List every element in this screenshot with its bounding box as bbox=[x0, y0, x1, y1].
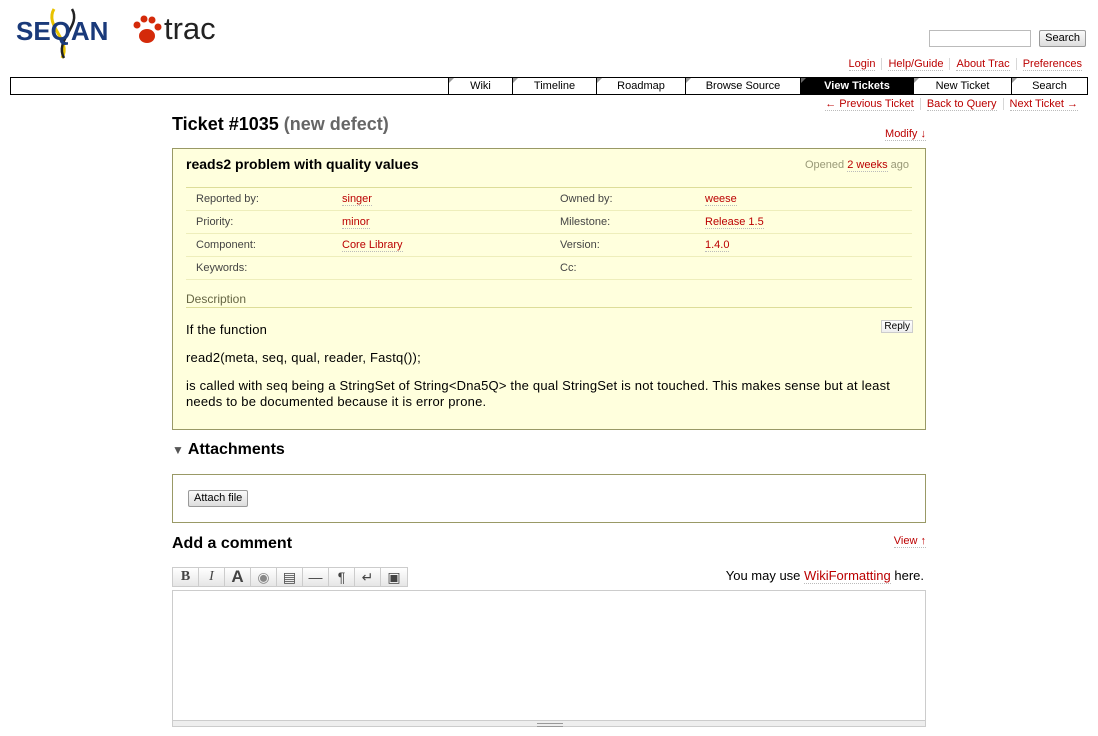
hint-prefix: You may use bbox=[725, 568, 801, 583]
code-block-icon[interactable]: ▤ bbox=[277, 568, 303, 586]
cc-label: Cc: bbox=[560, 256, 705, 280]
nav-tab-browse-source[interactable]: Browse Source bbox=[685, 78, 800, 94]
nav-tab-view-tickets[interactable]: View Tickets bbox=[800, 78, 913, 94]
logo-seqan-text: SEQAN bbox=[16, 16, 108, 46]
table-row: Priority: minor Milestone: Release 1.5 bbox=[186, 210, 912, 234]
main-content: Ticket #1035 (new defect) Modify ↓ reads… bbox=[172, 110, 926, 727]
search-input[interactable] bbox=[929, 30, 1032, 47]
nav-tab-timeline[interactable]: Timeline bbox=[512, 78, 596, 94]
login-link[interactable]: Login bbox=[848, 58, 876, 71]
opened-time-link[interactable]: 2 weeks bbox=[847, 159, 888, 172]
main-navigation: Wiki Timeline Roadmap Browse Source View… bbox=[10, 77, 1088, 95]
milestone-label: Milestone: bbox=[560, 210, 705, 234]
nav-tab-wiki[interactable]: Wiki bbox=[448, 78, 512, 94]
about-trac-link[interactable]: About Trac bbox=[956, 58, 1010, 71]
heading-icon[interactable]: A bbox=[225, 567, 251, 586]
table-row: Keywords: Cc: bbox=[186, 256, 912, 280]
hint-suffix: here. bbox=[894, 568, 924, 583]
search-button[interactable]: Search bbox=[1039, 30, 1086, 47]
cc-value bbox=[705, 256, 912, 280]
view-link[interactable]: View ↑ bbox=[893, 535, 926, 548]
bold-icon[interactable]: B bbox=[173, 568, 199, 586]
nav-tab-roadmap[interactable]: Roadmap bbox=[596, 78, 685, 94]
component-value[interactable]: Core Library bbox=[342, 239, 403, 252]
version-label: Version: bbox=[560, 233, 705, 257]
reported-by-value[interactable]: singer bbox=[342, 193, 372, 206]
keywords-label: Keywords: bbox=[186, 256, 342, 280]
collapse-triangle-icon[interactable]: ▼ bbox=[172, 443, 184, 457]
opened-suffix: ago bbox=[890, 159, 909, 171]
opened-prefix: Opened bbox=[805, 159, 845, 171]
owned-by-label: Owned by: bbox=[560, 187, 705, 211]
ticket-properties: Reported by: singer Owned by: weese Prio… bbox=[186, 187, 912, 280]
description-paragraph: read2(meta, seq, qual, reader, Fastq()); bbox=[186, 350, 421, 365]
description-heading: Description bbox=[186, 292, 912, 308]
modify-link[interactable]: Modify ↓ bbox=[885, 128, 926, 141]
nav-tab-new-ticket[interactable]: New Ticket bbox=[913, 78, 1011, 94]
comment-textarea[interactable] bbox=[172, 590, 926, 727]
ticket-status: (new defect) bbox=[283, 114, 389, 134]
paragraph-icon[interactable]: ¶ bbox=[329, 568, 355, 586]
link-icon[interactable]: ◉ bbox=[251, 568, 277, 586]
horizontal-rule-icon[interactable]: — bbox=[303, 568, 329, 586]
component-label: Component: bbox=[186, 233, 342, 257]
metanav: Login Help/Guide About Trac Preferences bbox=[843, 58, 1088, 71]
attachments-heading-label: Attachments bbox=[187, 441, 285, 458]
logo-trac-text: trac bbox=[164, 11, 216, 46]
reported-by-label: Reported by: bbox=[186, 187, 342, 211]
preferences-link[interactable]: Preferences bbox=[1022, 58, 1082, 71]
attach-file-button[interactable]: Attach file bbox=[188, 490, 249, 507]
wiki-formatting-hint: You may use WikiFormatting here. bbox=[725, 568, 924, 584]
table-row: Component: Core Library Version: 1.4.0 bbox=[186, 233, 912, 257]
owned-by-value[interactable]: weese bbox=[705, 193, 737, 206]
priority-value[interactable]: minor bbox=[342, 216, 370, 229]
add-comment-heading: Add a comment bbox=[172, 535, 293, 552]
ticket-summary: reads2 problem with quality values bbox=[186, 156, 419, 172]
priority-label: Priority: bbox=[186, 210, 342, 234]
version-value[interactable]: 1.4.0 bbox=[705, 239, 730, 252]
paw-icon bbox=[133, 15, 162, 43]
seqan-trac-logo[interactable]: SEQAN trac bbox=[14, 6, 226, 62]
search-form: Search bbox=[929, 30, 1086, 47]
next-ticket-link[interactable]: Next Ticket → bbox=[1009, 98, 1078, 111]
ticket-box: reads2 problem with quality values Opene… bbox=[172, 148, 926, 430]
line-break-icon[interactable]: ↵ bbox=[355, 568, 381, 586]
nav-tab-search[interactable]: Search bbox=[1011, 78, 1087, 94]
opened-date: Opened 2 weeks ago bbox=[805, 159, 909, 172]
attachments-box: Attach file bbox=[172, 474, 926, 523]
back-to-query-link[interactable]: Back to Query bbox=[926, 98, 997, 111]
italic-icon[interactable]: I bbox=[199, 568, 225, 586]
keywords-value bbox=[342, 256, 560, 280]
reply-button[interactable]: Reply bbox=[881, 320, 913, 333]
description-paragraph: If the function bbox=[186, 322, 268, 337]
textarea-resize-grip[interactable] bbox=[172, 720, 926, 727]
description-body: If the function read2(meta, seq, qual, r… bbox=[186, 322, 912, 410]
image-icon[interactable]: ▣ bbox=[381, 568, 407, 586]
ticket-id: Ticket #1035 bbox=[172, 114, 279, 134]
wiki-toolbar: B I A ◉ ▤ — ¶ ↵ ▣ bbox=[172, 567, 408, 587]
context-navigation: ← Previous Ticket Back to Query Next Tic… bbox=[819, 98, 1084, 111]
table-row: Reported by: singer Owned by: weese bbox=[186, 187, 912, 211]
page-title: Ticket #1035 (new defect) bbox=[172, 110, 926, 138]
help-guide-link[interactable]: Help/Guide bbox=[888, 58, 944, 71]
description-paragraph: is called with seq being a StringSet of … bbox=[186, 378, 891, 409]
milestone-value[interactable]: Release 1.5 bbox=[705, 216, 764, 229]
attachments-heading[interactable]: ▼ Attachments bbox=[172, 441, 285, 459]
wiki-formatting-link[interactable]: WikiFormatting bbox=[804, 568, 891, 584]
